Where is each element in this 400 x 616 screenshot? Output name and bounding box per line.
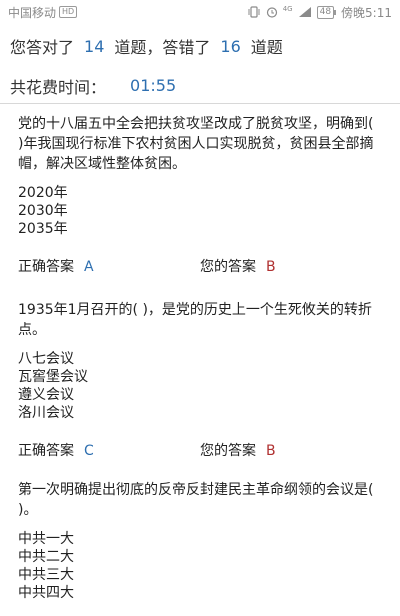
time-spent: 共花费时间： 01:55 [0,68,400,104]
option-item: 中共三大 [18,567,74,583]
status-right: 4G 48 傍晚5:11 [247,4,392,21]
correct-answer: 正确答案 C [18,440,200,460]
battery-level: 48 [316,5,335,19]
option-item: 中共四大 [18,585,74,601]
wrong-count: 16 [220,36,241,56]
score-summary: 您答对了 14 道题，答错了 16 道题 [0,24,400,68]
answer-row: 正确答案 C 您的答案 B [18,440,382,460]
question-text: 第一次明确提出彻底的反帝反封建民主革命纲领的会议是( )。 [18,482,374,518]
option-item: 瓦窖堡会议 [18,369,88,385]
your-answer: 您的答案 B [200,256,276,276]
time-value: 01:55 [130,76,177,95]
hd-badge: HD [59,6,78,18]
alarm-icon [266,6,278,18]
time-label: 共花费时间： [10,77,107,97]
option-item: 2035年 [18,221,68,237]
option-item: 遵义会议 [18,387,74,403]
status-bar: 中国移动 HD 4G 48 傍晚5:11 [0,0,400,24]
option-list: 中共一大 中共二大 中共三大 中共四大 [18,530,382,602]
option-item: 2020年 [18,185,68,201]
option-item: 中共二大 [18,549,74,565]
summary-prefix: 您答对了 [10,38,75,57]
status-left: 中国移动 HD [8,4,78,21]
vibrate-icon [247,6,261,18]
battery-icon: 48 [316,5,337,19]
your-answer-value: B [266,259,276,275]
option-item: 八七会议 [18,351,74,367]
your-answer-value: B [266,443,276,459]
answer-row: 正确答案 A 您的答案 B [18,256,382,276]
network-type: 4G [282,5,293,13]
correct-answer-value: C [84,443,94,459]
summary-suffix: 道题 [250,38,283,57]
correct-count: 14 [84,36,105,56]
option-item: 洛川会议 [18,405,74,421]
your-answer-label: 您的答案 [200,443,256,459]
summary-middle: 道题，答错了 [114,38,211,57]
option-item: 2030年 [18,203,68,219]
your-answer: 您的答案 B [200,440,276,460]
option-list: 2020年 2030年 2035年 [18,184,382,238]
option-item: 中共一大 [18,531,74,547]
option-list: 八七会议 瓦窖堡会议 遵义会议 洛川会议 [18,350,382,422]
signal-icon [298,6,312,18]
clock: 傍晚5:11 [341,5,392,20]
question-item: 1935年1月召开的( )，是党的历史上一个生死攸关的转折点。 八七会议 瓦窖堡… [0,300,400,460]
carrier-name: 中国移动 [8,5,57,20]
your-answer-label: 您的答案 [200,259,256,275]
correct-answer-label: 正确答案 [18,259,74,275]
question-item: 第一次明确提出彻底的反帝反封建民主革命纲领的会议是( )。 中共一大 中共二大 … [0,480,400,616]
correct-answer-value: A [84,259,94,275]
correct-answer: 正确答案 A [18,256,200,276]
question-text: 党的十八届五中全会把扶贫攻坚改成了脱贫攻坚，明确到( )年我国现行标准下农村贫困… [18,116,374,172]
question-text: 1935年1月召开的( )，是党的历史上一个生死攸关的转折点。 [18,302,372,338]
question-item: 党的十八届五中全会把扶贫攻坚改成了脱贫攻坚，明确到( )年我国现行标准下农村贫困… [0,114,400,276]
correct-answer-label: 正确答案 [18,443,74,459]
